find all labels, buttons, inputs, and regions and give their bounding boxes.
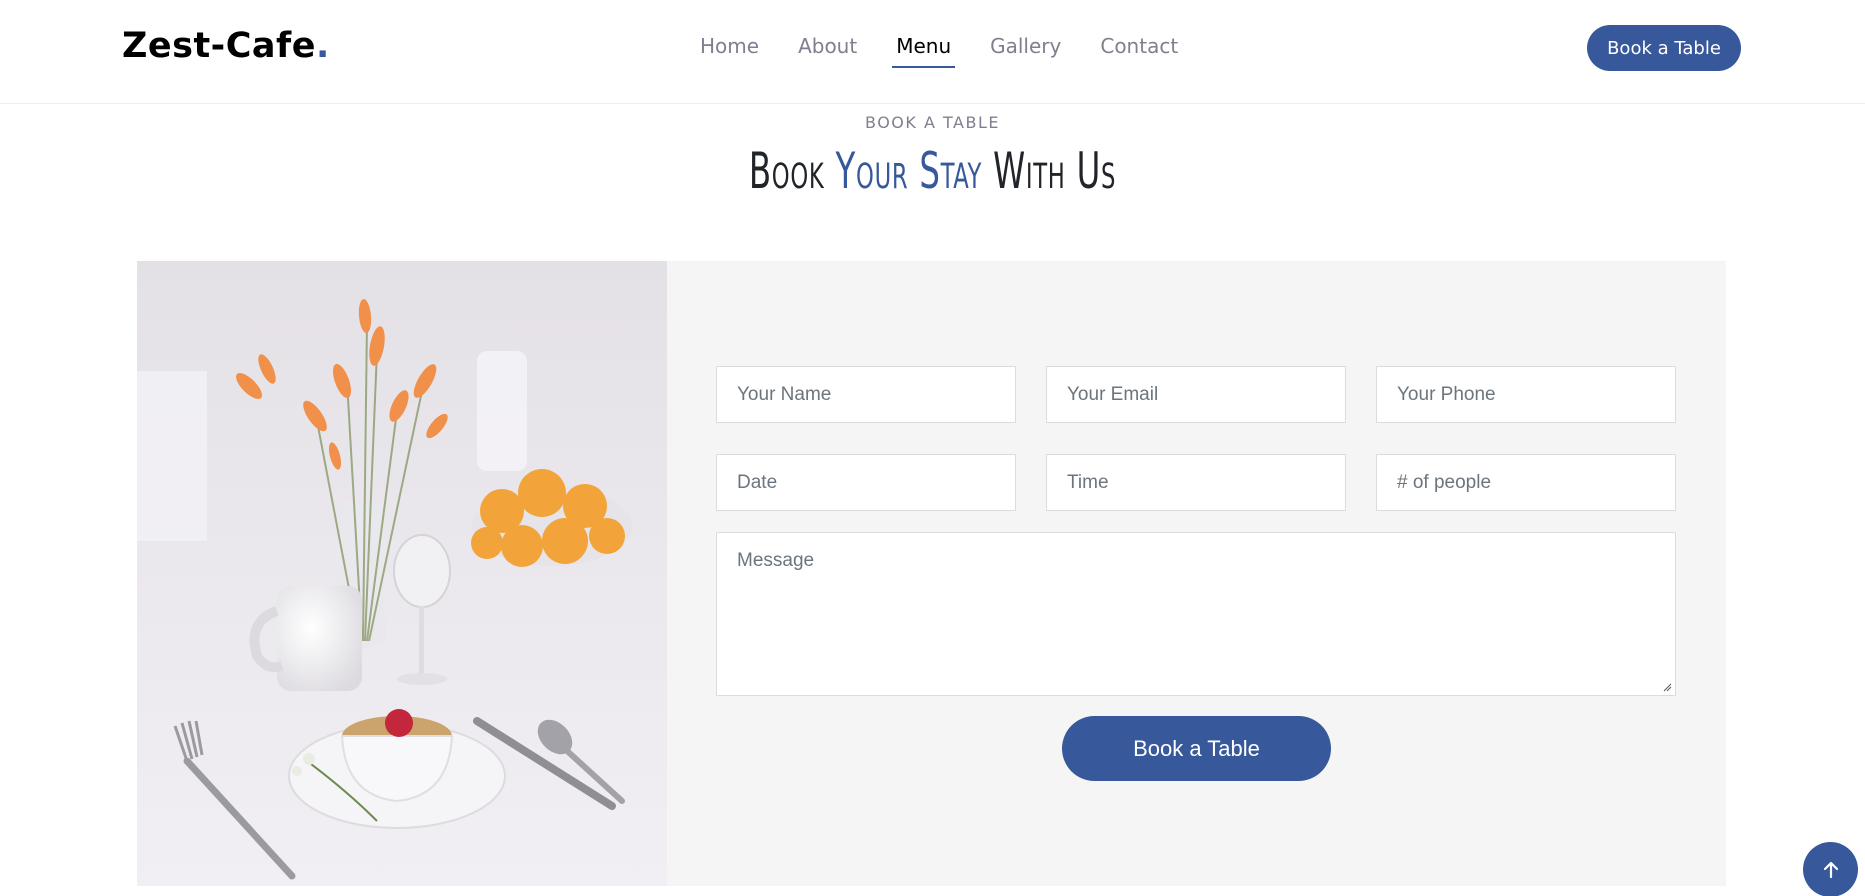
nav-gallery[interactable]: Gallery [990,34,1061,68]
section-title: Book Your Stay With Us [261,142,1604,200]
email-input[interactable]: Your Email [1046,366,1346,423]
resize-grip-icon[interactable] [1662,682,1672,692]
title-part-2: With Us [982,142,1117,200]
title-accent: Your Stay [835,142,983,200]
message-textarea[interactable]: Message [716,532,1676,696]
main-nav: Home About Menu Gallery Contact [700,34,1217,68]
phone-input[interactable]: Your Phone [1376,366,1676,423]
site-header: Zest-Cafe. Home About Menu Gallery Conta… [0,0,1865,104]
table-setting-photo [137,261,667,886]
time-input[interactable]: Time [1046,454,1346,511]
people-input[interactable]: # of people [1376,454,1676,511]
submit-book-table-button[interactable]: Book a Table [1062,716,1331,781]
logo[interactable]: Zest-Cafe. [122,26,330,66]
message-placeholder: Message [737,550,815,571]
nav-contact[interactable]: Contact [1100,34,1178,68]
arrow-up-icon [1823,861,1838,878]
nav-home[interactable]: Home [700,34,759,68]
logo-text: Zest-Cafe [122,26,316,66]
nav-about[interactable]: About [798,34,857,68]
date-input[interactable]: Date [716,454,1016,511]
header-book-table-button[interactable]: Book a Table [1587,25,1741,71]
back-to-top-button[interactable] [1803,842,1858,896]
name-input[interactable]: Your Name [716,366,1016,423]
section-eyebrow: BOOK A TABLE [865,113,1000,132]
booking-form-panel: Your Name Your Email Your Phone Date Tim… [667,261,1726,886]
logo-dot: . [315,26,330,66]
title-part-1: Book [748,142,836,200]
nav-menu[interactable]: Menu [892,34,956,68]
